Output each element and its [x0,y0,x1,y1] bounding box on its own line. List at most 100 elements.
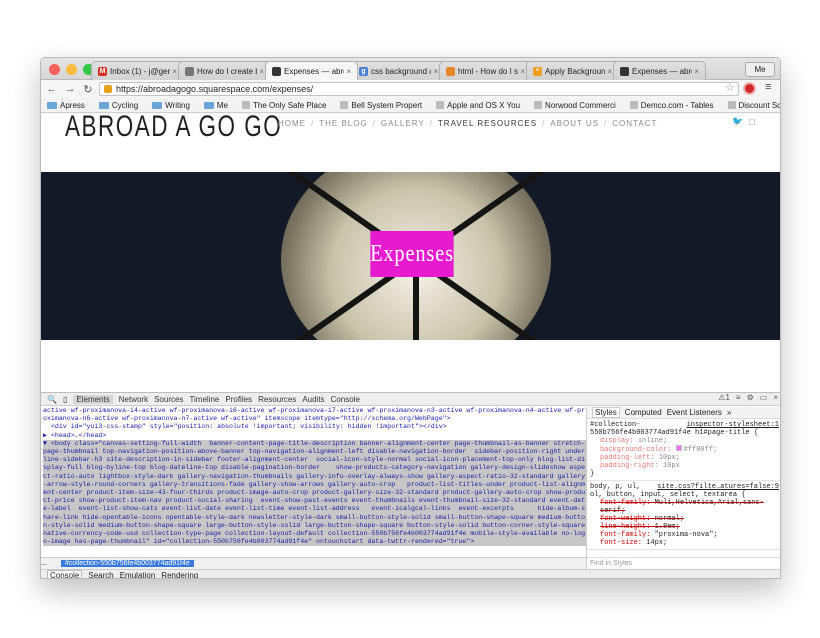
rule-source-link[interactable]: inspector-stylesheet:1 [687,421,779,429]
devtools-tab[interactable]: Sources [154,395,183,404]
browser-toolbar: ← → ↻ https://abroadagogo.squarespace.co… [41,80,780,98]
bookmark-item[interactable]: Bell System Propert [340,101,422,110]
close-window-button[interactable] [49,64,60,75]
devtools-tab[interactable]: Elements [73,394,113,404]
menu-icon[interactable]: ≡ [765,81,771,93]
devtools-tab[interactable]: Timeline [189,395,219,404]
nav-link[interactable]: ABOUT US [550,119,599,128]
styles-tab[interactable]: Computed [625,408,662,417]
folder-icon [203,101,214,109]
inspect-icon[interactable]: 🔍 [47,395,57,404]
breadcrumb-prefix[interactable]: ... [41,560,47,567]
nav-link[interactable]: CONTACT [612,119,657,128]
browser-tab[interactable]: g css background co × [352,61,445,80]
close-tab-icon[interactable]: × [520,67,525,76]
close-tab-icon[interactable]: × [433,67,438,76]
css-property-value: 14px; [646,539,668,547]
css-property[interactable]: line-height: 1.8em; [590,523,779,531]
browser-tab[interactable]: html - How do I so × [439,61,532,80]
bookmark-item[interactable]: Cycling [98,101,138,110]
dom-node-line[interactable]: <div id="yui3-css-stamp" style="position… [43,423,586,431]
browser-tab[interactable]: M Inbox (1) - j@geno × [91,61,184,80]
css-property-name: font-family: [600,499,655,507]
minimize-window-button[interactable] [66,64,77,75]
browser-tab[interactable]: Expenses — abroa× [265,61,358,80]
dom-node-line[interactable]: active wf-proximanova-i4-active wf-proxi… [43,407,586,423]
devtools-drawer-tabs: Console Search Emulation Rendering [41,569,780,578]
nav-separator: / [542,119,546,128]
devtools-tab[interactable]: Resources [258,395,296,404]
close-tab-icon[interactable]: × [259,67,264,76]
dom-node-line[interactable]: ▶ <head>…</head> [43,432,586,440]
close-tab-icon[interactable]: × [694,67,699,76]
dom-tree[interactable]: active wf-proximanova-i4-active wf-proxi… [41,407,586,557]
devtools-tab[interactable]: Console [331,395,360,404]
address-bar[interactable]: https://abroadagogo.squarespace.com/expe… [99,82,739,96]
browser-tab[interactable]: How do I create bl × [178,61,271,80]
close-tab-icon[interactable]: × [172,67,177,76]
devtools-tab[interactable]: Network [119,395,148,404]
color-swatch-icon[interactable] [675,445,682,451]
css-property[interactable]: background-color: #ff00ff; [590,445,779,454]
styles-tab[interactable]: Styles [592,407,620,418]
bookmark-label: The Only Safe Place [253,100,327,110]
bookmark-item[interactable]: The Only Safe Place [242,101,326,110]
page-icon [727,101,736,109]
style-rule-site: site.css?filte…atures=false:9 body, p, u… [587,481,780,550]
css-property[interactable]: font-weight: normal; [590,515,779,523]
css-property[interactable]: padding-left: 10px; [590,454,779,462]
tab-favicon-icon [272,66,281,76]
dom-node-line[interactable]: ▼ <body class="canvas-setting-full-width… [43,439,586,547]
drawer-tab[interactable]: Search [88,571,113,578]
bookmark-item[interactable]: Apress [47,101,85,110]
site-logo[interactable]: ABROAD A GO GO [65,114,282,144]
bookmark-star-icon[interactable]: ☆ [725,81,735,94]
bookmark-item[interactable]: Me [203,101,228,110]
bookmark-item[interactable]: Demco.com - Tables [629,101,714,110]
forward-icon[interactable]: → [63,83,77,95]
tab-label: Expenses — abroa [284,66,344,76]
browser-tab[interactable]: Expenses — abroa× [613,61,706,80]
rule-source-link[interactable]: site.css?filte…atures=false:9 [657,483,779,491]
drawer-toggle-icon[interactable]: ≡ [736,393,741,402]
drawer-tab[interactable]: Console [47,570,83,578]
bookmark-item[interactable]: Discount School Su [727,101,780,110]
css-property[interactable]: font-family: "proxima-nova"; [590,531,779,539]
bookmark-item[interactable]: Writing [152,101,190,110]
devtools-tab[interactable]: Audits [302,395,324,404]
reload-icon[interactable]: ↻ [81,83,95,96]
page-icon [534,101,543,109]
nav-link[interactable]: HOME [278,119,306,128]
drawer-tab[interactable]: Rendering [161,571,198,578]
close-devtools-icon[interactable]: × [773,393,778,402]
warning-icon[interactable]: ⚠1 [718,393,730,402]
styles-tab[interactable]: » [727,408,731,417]
find-in-styles-input[interactable]: Find in Styles [586,557,780,569]
nav-link[interactable]: TRAVEL RESOURCES [438,119,537,128]
browser-tab[interactable]: * Apply Background × [526,61,619,80]
profile-button[interactable]: Me [745,62,775,77]
css-property[interactable]: padding-right: 10px [590,462,779,470]
bookmark-item[interactable]: Apple and OS X You [436,101,520,110]
settings-icon[interactable]: ⚙ [747,393,754,402]
nav-link[interactable]: GALLERY [381,119,425,128]
twitter-icon[interactable]: 🐦 [732,116,743,127]
instagram-icon[interactable]: ◻ [748,116,755,127]
back-icon[interactable]: ← [45,83,59,95]
bookmark-item[interactable]: Norwood Commerci [534,101,616,110]
nav-link[interactable]: THE BLOG [319,119,367,128]
devtools-tab[interactable]: Profiles [225,395,252,404]
dock-icon[interactable]: ▭ [760,393,768,402]
css-property-name: font-weight: [600,515,655,523]
extension-icon[interactable] [743,82,756,95]
styles-tab[interactable]: Event Listeners [667,408,722,417]
css-property[interactable]: font-family: Muli,Helvetica,Arial,sans-s… [590,499,779,515]
tab-favicon-icon: M [98,66,107,76]
breadcrumb-item[interactable]: #collection-550b756fe4b003774ad91f4e [60,560,194,567]
css-property[interactable]: display: inline; [590,437,779,445]
close-tab-icon[interactable]: × [607,67,612,76]
page-icon [436,101,445,109]
drawer-tab[interactable]: Emulation [120,571,156,578]
close-tab-icon[interactable]: × [346,67,351,76]
css-property[interactable]: font-size: 14px; [590,539,779,547]
